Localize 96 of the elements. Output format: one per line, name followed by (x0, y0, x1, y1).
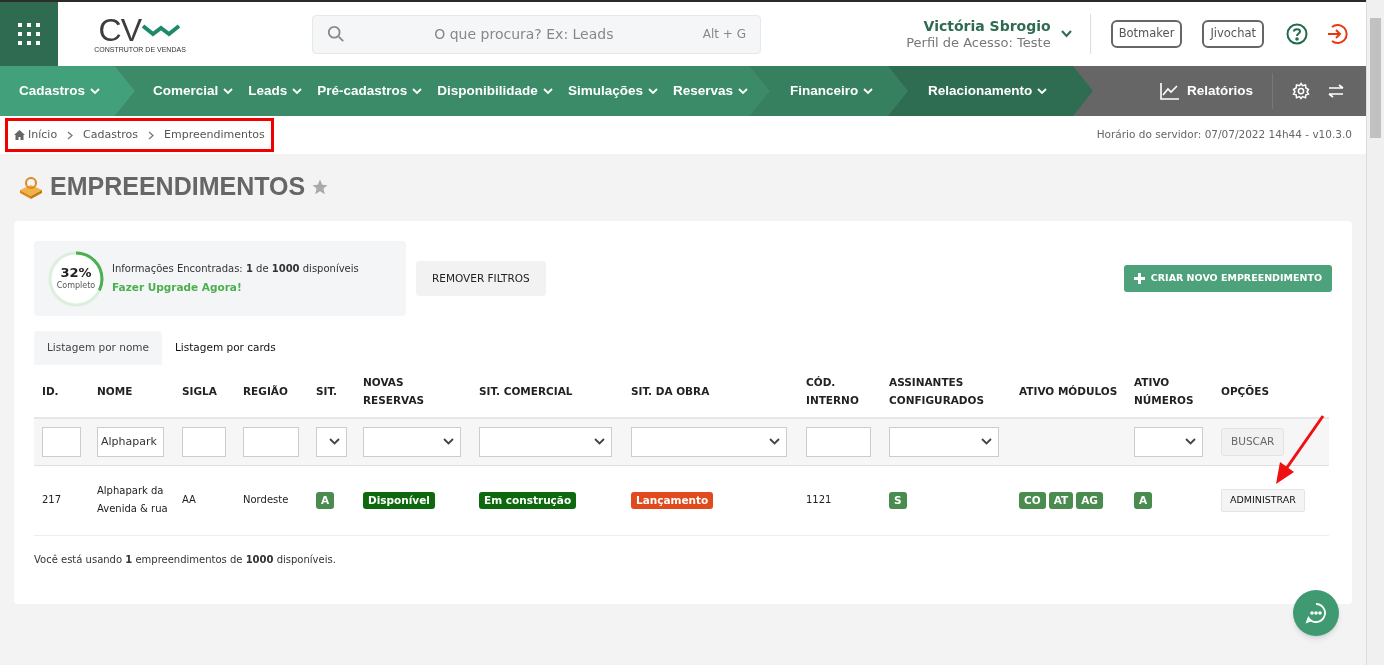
chevron-down-icon (1037, 87, 1048, 95)
table-cell-text: Alphapark da Avenida & rua (97, 484, 169, 516)
chevron-down-icon (292, 87, 303, 95)
chevron-down-icon (329, 438, 340, 446)
filter-input[interactable] (806, 426, 871, 457)
settings-icon[interactable] (1292, 82, 1310, 100)
help-icon[interactable] (1286, 23, 1308, 45)
status-badge: AT (1048, 491, 1074, 509)
nav-menu-item[interactable]: Financeiro (790, 80, 874, 102)
wave-logo-icon[interactable] (141, 22, 182, 38)
column-header: ASSINANTES CONFIGURADOS (889, 374, 986, 408)
chevron-right-icon (67, 130, 74, 140)
column-header: REGIÃO (243, 383, 288, 399)
filter-input[interactable] (243, 426, 299, 457)
nav-menu-item[interactable]: Relacionamento (928, 80, 1048, 102)
line-chart-icon (1159, 82, 1179, 100)
access-profile: Perfil de Acesso: Teste (906, 35, 1051, 51)
server-time: Horário do servidor: 07/07/2022 14h44 - v10.3.0 (1096, 127, 1352, 143)
status-badge: CO (1019, 491, 1046, 509)
search-icon (327, 25, 345, 43)
nav-menu-item[interactable]: Reservas (672, 80, 748, 102)
remove-filters-button[interactable]: REMOVER FILTROS (416, 261, 546, 296)
chevron-down-icon (90, 87, 101, 95)
chat-button[interactable] (1293, 590, 1339, 636)
chevron-down-icon (1185, 438, 1196, 446)
plus-icon (1133, 273, 1145, 284)
percent-value: 32% (60, 265, 92, 280)
swap-icon[interactable] (1328, 84, 1344, 98)
chevron-down-icon (863, 87, 874, 95)
filter-select[interactable] (316, 426, 347, 457)
search-field[interactable]: O que procura? Ex: Leads Alt + G (312, 14, 761, 54)
breadcrumb-link[interactable]: Início (14, 126, 58, 144)
create-button[interactable]: CRIAR NOVO EMPREENDIMENTO (1123, 265, 1332, 292)
chevron-down-icon (542, 87, 553, 95)
column-header: CÓD. INTERNO (806, 374, 860, 408)
column-header: ATIVO MÓDULOS (1019, 383, 1118, 399)
column-header: ID. (42, 383, 59, 399)
logout-icon[interactable] (1326, 23, 1348, 45)
column-header: SIT. DA OBRA (631, 383, 710, 399)
nav-menu-item[interactable]: Cadastros (19, 80, 101, 102)
chevron-right-icon (148, 130, 155, 140)
column-header: NOME (97, 383, 133, 399)
user-name[interactable]: Victória Sbrogio (923, 17, 1051, 35)
status-badge: Em construção (479, 491, 577, 509)
grid-icon (17, 22, 41, 46)
column-header: NOVAS RESERVAS (363, 374, 426, 408)
column-header: SIGLA (182, 383, 217, 399)
nav-menu-item[interactable]: Simulações (567, 80, 658, 102)
usage-note: Você está usando 1 empreendimentos de 1000 disponíveis. (34, 552, 337, 567)
chevron-down-icon (647, 87, 658, 95)
shortcut-hint: Alt + G (702, 26, 746, 43)
breadcrumb-link[interactable]: Cadastros (83, 126, 139, 144)
chevron-down-icon (594, 438, 605, 446)
administer-button[interactable]: ADMINISTRAR (1221, 488, 1305, 512)
percent-caption: Completo (56, 280, 96, 292)
progress-ring (48, 250, 104, 307)
status-badge: A (316, 491, 335, 509)
filter-input[interactable] (42, 426, 81, 457)
chevron-down-icon (443, 438, 454, 446)
status-badge: Lançamento (631, 491, 714, 509)
column-header: ATIVO NÚMEROS (1134, 374, 1195, 408)
status-badge: A (1134, 491, 1153, 509)
chevron-down-icon (412, 87, 423, 95)
column-header: OPÇÕES (1221, 383, 1269, 399)
apps-menu-button[interactable] (0, 2, 58, 66)
column-header: SIT. (316, 383, 338, 399)
home-icon (14, 130, 25, 140)
nav-menu-item[interactable]: Leads (248, 80, 303, 102)
filter-input[interactable] (182, 426, 226, 457)
header-button[interactable]: Botmaker (1110, 20, 1183, 48)
table-cell-text: 217 (42, 493, 63, 507)
breadcrumb-link[interactable]: Empreendimentos (164, 126, 265, 144)
nav-menu-item[interactable]: Pré-cadastros (317, 80, 423, 102)
nav-menu-item[interactable]: Comercial (153, 80, 234, 102)
filter-input[interactable]: Alphapark (97, 426, 164, 457)
page-title: EMPREENDIMENTOS (50, 174, 306, 199)
tab[interactable]: Listagem por nome (34, 331, 162, 365)
usage-info: Informações Encontradas: 1 de 1000 disponíveis (112, 262, 359, 277)
chevron-down-icon[interactable] (1060, 30, 1072, 38)
column-header: SIT. COMERCIAL (479, 383, 573, 399)
chevron-down-icon (738, 87, 748, 95)
nav-menu-item[interactable]: Disponibilidade (437, 80, 553, 102)
status-badge: AG (1076, 491, 1103, 509)
chevron-down-icon (981, 438, 992, 446)
status-badge: S (889, 491, 907, 509)
header-button[interactable]: Jivochat (1202, 20, 1264, 48)
chevron-down-icon (223, 87, 234, 95)
search-button[interactable]: BUSCAR (1221, 427, 1285, 456)
table-cell-text: Nordeste (243, 493, 290, 507)
table-cell-text: AA (182, 493, 197, 507)
logo-text[interactable]: CV (98, 14, 142, 46)
status-badge: Disponível (363, 491, 435, 509)
chat-bubble-icon (1305, 602, 1327, 624)
reports-link[interactable]: Relatórios (1159, 80, 1253, 102)
chevron-down-icon (769, 438, 780, 446)
table-cell-text: 1121 (806, 493, 833, 507)
